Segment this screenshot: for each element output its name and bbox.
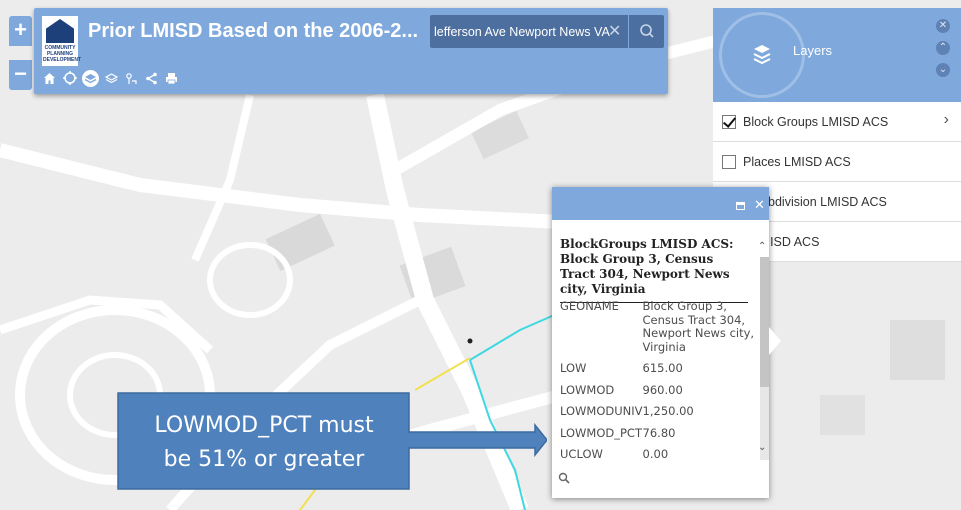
app-header: COMMUNITY PLANNING DEVELOPMENT Prior LMI…: [34, 8, 668, 94]
house-logo-icon: [46, 19, 74, 43]
app-title: Prior LMISD Based on the 2006-2...: [88, 20, 419, 42]
table-row: LOWMODUNIV 1,250.00: [560, 404, 755, 427]
share-icon[interactable]: [144, 71, 159, 86]
annotation-callout: LOWMOD_PCT must be 51% or greater: [117, 392, 547, 490]
field-key: LOWMOD: [560, 382, 615, 397]
field-key: GEONAME: [560, 299, 619, 313]
legend-icon[interactable]: [124, 71, 139, 86]
scroll-up-icon[interactable]: ⌃: [758, 241, 766, 252]
popup-pointer: [769, 327, 781, 355]
basemap-icon[interactable]: [104, 71, 119, 86]
close-panel-icon[interactable]: ✕: [936, 19, 950, 33]
field-value: 960.00: [642, 382, 683, 397]
field-key: LOW: [560, 361, 587, 375]
table-row: LOW 615.00: [560, 361, 755, 384]
search-icon: [640, 24, 654, 38]
expand-down-icon[interactable]: ⌄: [936, 63, 950, 77]
clear-search-icon[interactable]: ✕: [608, 21, 621, 41]
callout-line-2: be 51% or greater: [163, 447, 365, 472]
layers-title: Layers: [793, 43, 833, 58]
layer-checkbox[interactable]: [722, 114, 736, 129]
scroll-down-icon[interactable]: ⌄: [758, 442, 766, 453]
logo-text: COMMUNITY PLANNING DEVELOPMENT: [43, 45, 82, 63]
layer-item-places[interactable]: Places LMISD ACS: [713, 142, 961, 182]
callout-text: LOWMOD_PCT must be 51% or greater: [125, 409, 403, 477]
field-value: 615.00: [642, 361, 683, 375]
field-value: 1,250.00: [642, 404, 694, 418]
field-value: 76.80: [642, 425, 676, 440]
popup-header: ✕: [552, 187, 769, 220]
zoom-out-button[interactable]: −: [9, 60, 32, 90]
table-row: GEONAME Block Group 3, Census Tract 304, …: [560, 299, 755, 362]
chevron-right-icon[interactable]: ›: [944, 111, 949, 129]
zoom-in-button[interactable]: +: [9, 16, 32, 46]
layers-panel-header: Layers ✕ ⌃ ⌄: [713, 8, 961, 102]
search-input[interactable]: [430, 15, 626, 48]
field-key: LOWMODUNIV: [560, 404, 643, 418]
popup-title: BlockGroups LMISD ACS: Block Group 3, Ce…: [560, 237, 748, 303]
layer-label: Places LMISD ACS: [743, 154, 851, 169]
toolbar: [42, 68, 179, 88]
print-icon[interactable]: [164, 71, 179, 86]
locate-icon[interactable]: [62, 71, 77, 86]
attribute-table: GEONAME Block Group 3, Census Tract 304, …: [560, 299, 755, 470]
layer-label: Block Groups LMISD ACS: [743, 114, 889, 129]
popup-scrollbar[interactable]: [760, 257, 769, 460]
feature-popup: ✕ BlockGroups LMISD ACS: Block Group 3, …: [552, 187, 769, 498]
table-row: LOWMOD_PCT 76.80: [560, 425, 755, 449]
hud-logo: COMMUNITY PLANNING DEVELOPMENT: [42, 16, 82, 66]
home-icon[interactable]: [42, 71, 57, 86]
layers-panel-icon: [753, 45, 771, 65]
popup-footer: [552, 464, 769, 498]
close-icon[interactable]: ✕: [754, 197, 765, 213]
scrollbar-thumb[interactable]: [760, 257, 769, 387]
maximize-icon[interactable]: [736, 202, 745, 210]
collapse-up-icon[interactable]: ⌃: [936, 41, 950, 55]
field-key: LOWMOD_PCT: [560, 425, 642, 440]
field-value: Block Group 3, Census Tract 304, Newport…: [642, 299, 755, 354]
layer-checkbox[interactable]: [722, 154, 736, 169]
callout-line-1: LOWMOD_PCT must: [154, 413, 374, 438]
zoom-to-icon[interactable]: [558, 472, 570, 484]
search-button[interactable]: [628, 15, 664, 48]
table-row: LOWMOD 960.00: [560, 382, 755, 406]
layer-item-block-groups[interactable]: Block Groups LMISD ACS ›: [713, 102, 961, 142]
layers-icon[interactable]: [82, 69, 99, 87]
search-box: ✕: [430, 15, 664, 48]
